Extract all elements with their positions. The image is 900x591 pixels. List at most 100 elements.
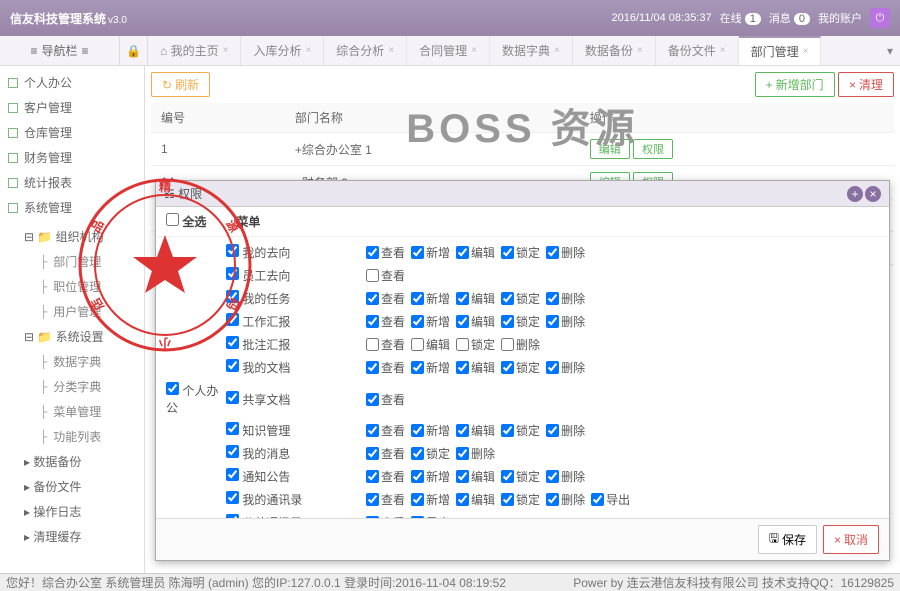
perm-op[interactable]: 编辑 <box>456 468 495 485</box>
perm-op[interactable]: 编辑 <box>456 359 495 376</box>
add-dept-button[interactable]: + 新增部门 <box>755 72 835 97</box>
tree-node-3[interactable]: ├ 用户管理 <box>0 299 144 324</box>
perm-op[interactable]: 查看 <box>366 336 405 353</box>
tree-node-5[interactable]: ├ 数据字典 <box>0 349 144 374</box>
menu-checkbox[interactable]: 通知公告 <box>226 470 290 484</box>
tab-4[interactable]: 数据字典 × <box>490 36 573 65</box>
perm-op[interactable]: 编辑 <box>456 422 495 439</box>
perm-op[interactable]: 编辑 <box>456 491 495 508</box>
tree-node-11[interactable]: ▸ 操作日志 <box>0 499 144 524</box>
tree-node-2[interactable]: ├ 职位管理 <box>0 274 144 299</box>
menu-checkbox[interactable]: 知识管理 <box>226 424 290 438</box>
sidebar-item-0[interactable]: 个人办公 <box>0 70 144 95</box>
menu-checkbox[interactable]: 我的任务 <box>226 292 290 306</box>
tree-node-8[interactable]: ├ 功能列表 <box>0 424 144 449</box>
perm-op[interactable]: 删除 <box>546 313 585 330</box>
perm-op[interactable]: 查看 <box>366 491 405 508</box>
tree-node-4[interactable]: ⊟ 📁 系统设置 <box>0 324 144 349</box>
perm-op[interactable]: 锁定 <box>456 336 495 353</box>
perm-op[interactable]: 新增 <box>411 290 450 307</box>
perm-op[interactable]: 编辑 <box>456 244 495 261</box>
dialog-close-icon[interactable]: × <box>865 186 881 202</box>
perm-op[interactable]: 查看 <box>366 290 405 307</box>
perm-op[interactable]: 查看 <box>366 359 405 376</box>
perm-op[interactable]: 查看 <box>366 468 405 485</box>
menu-checkbox[interactable]: 批注汇报 <box>226 338 290 352</box>
perm-op[interactable]: 删除 <box>546 244 585 261</box>
perm-op[interactable]: 锁定 <box>411 445 450 462</box>
perm-op[interactable]: 删除 <box>546 491 585 508</box>
perm-op[interactable]: 锁定 <box>501 491 540 508</box>
sidebar-item-2[interactable]: 仓库管理 <box>0 120 144 145</box>
tab-0[interactable]: ⌂ 我的主页 × <box>148 36 241 65</box>
tree-node-1[interactable]: ├ 部门管理 <box>0 249 144 274</box>
msg-label[interactable]: 消息 0 <box>769 10 810 26</box>
perm-op[interactable]: 锁定 <box>501 359 540 376</box>
select-all-checkbox[interactable]: 全选 <box>166 213 206 230</box>
tab-2[interactable]: 综合分析 × <box>324 36 407 65</box>
perm-op[interactable]: 删除 <box>456 445 495 462</box>
tab-1[interactable]: 入库分析 × <box>241 36 324 65</box>
perm-op[interactable]: 删除 <box>546 468 585 485</box>
tab-6[interactable]: 备份文件 × <box>656 36 739 65</box>
perm-op[interactable]: 查看 <box>366 445 405 462</box>
menu-checkbox[interactable]: 我的文档 <box>226 361 290 375</box>
perm-op[interactable]: 锁定 <box>501 422 540 439</box>
menu-checkbox[interactable]: 我的去向 <box>226 246 290 260</box>
perm-op[interactable]: 删除 <box>546 422 585 439</box>
sidebar-item-3[interactable]: 财务管理 <box>0 145 144 170</box>
perm-op[interactable]: 新增 <box>411 491 450 508</box>
lock-icon[interactable]: 🔒 <box>120 36 148 65</box>
perm-op[interactable]: 删除 <box>501 336 540 353</box>
perm-op[interactable]: 新增 <box>411 359 450 376</box>
tab-7[interactable]: 部门管理 × <box>739 36 822 65</box>
sidebar-item-1[interactable]: 客户管理 <box>0 95 144 120</box>
nav-toggle[interactable]: ≡ 导航栏 ≡ <box>0 36 120 65</box>
perm-op[interactable]: 锁定 <box>501 290 540 307</box>
perm-op[interactable]: 锁定 <box>501 244 540 261</box>
perm-op[interactable]: 查看 <box>366 244 405 261</box>
tree-node-10[interactable]: ▸ 备份文件 <box>0 474 144 499</box>
menu-checkbox[interactable]: 我的消息 <box>226 447 290 461</box>
menu-checkbox[interactable]: 员工去向 <box>226 269 290 283</box>
clear-button[interactable]: × 清理 <box>838 72 894 97</box>
menu-checkbox[interactable]: 共享文档 <box>226 393 290 407</box>
perm-op[interactable]: 编辑 <box>411 336 450 353</box>
perm-op[interactable]: 查看 <box>366 313 405 330</box>
perm-op[interactable]: 删除 <box>546 290 585 307</box>
perm-op[interactable]: 新增 <box>411 313 450 330</box>
sidebar-item-4[interactable]: 统计报表 <box>0 170 144 195</box>
perm-op[interactable]: 编辑 <box>456 313 495 330</box>
perm-op[interactable]: 锁定 <box>501 313 540 330</box>
perm-button[interactable]: 权限 <box>633 139 673 159</box>
tree-node-0[interactable]: ⊟ 📁 组织机构 <box>0 224 144 249</box>
perm-op[interactable]: 删除 <box>546 359 585 376</box>
perm-op[interactable]: 查看 <box>366 422 405 439</box>
tab-3[interactable]: 合同管理 × <box>407 36 490 65</box>
refresh-button[interactable]: ↻ 刷新 <box>151 72 210 97</box>
perm-op[interactable]: 新增 <box>411 422 450 439</box>
sidebar-item-5[interactable]: 系统管理 <box>0 195 144 220</box>
tree-node-6[interactable]: ├ 分类字典 <box>0 374 144 399</box>
perm-op[interactable]: 新增 <box>411 468 450 485</box>
tree-node-12[interactable]: ▸ 清理缓存 <box>0 524 144 549</box>
dialog-expand-icon[interactable]: + <box>847 186 863 202</box>
logout-icon[interactable]: ⏻ <box>870 8 890 28</box>
tree-node-7[interactable]: ├ 菜单管理 <box>0 399 144 424</box>
perm-op[interactable]: 锁定 <box>501 468 540 485</box>
perm-op[interactable]: 查看 <box>366 267 405 284</box>
menu-checkbox[interactable]: 工作汇报 <box>226 315 290 329</box>
tree-node-9[interactable]: ▸ 数据备份 <box>0 449 144 474</box>
perm-op[interactable]: 编辑 <box>456 290 495 307</box>
tab-more-icon[interactable]: ▾ <box>880 36 900 65</box>
save-button[interactable]: 🖫 保存 <box>758 525 817 554</box>
account-menu[interactable]: 我的账户 <box>818 10 862 26</box>
menu-checkbox[interactable]: 我的通讯录 <box>226 493 302 507</box>
edit-button[interactable]: 编辑 <box>590 139 630 159</box>
online-label[interactable]: 在线 1 <box>720 10 761 26</box>
perm-op[interactable]: 新增 <box>411 244 450 261</box>
cancel-button[interactable]: × 取消 <box>823 525 879 554</box>
perm-op[interactable]: 导出 <box>591 491 630 508</box>
perm-op[interactable]: 查看 <box>366 391 405 408</box>
tab-5[interactable]: 数据备份 × <box>573 36 656 65</box>
